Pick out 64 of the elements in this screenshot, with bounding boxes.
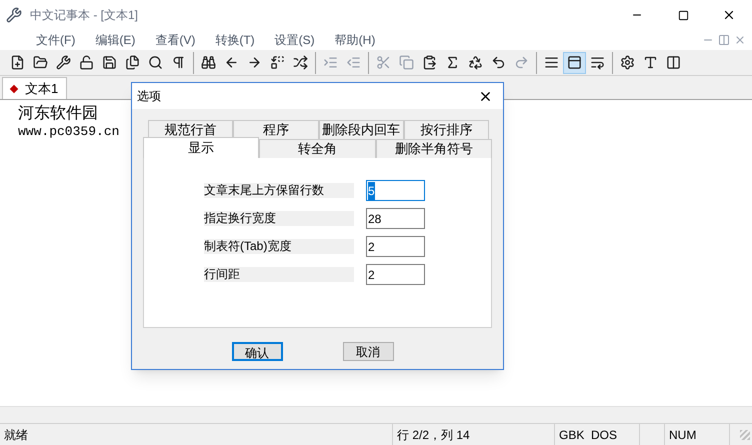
options-tab[interactable]: 删除半角符号	[376, 139, 492, 158]
menu-item[interactable]: 查看(V)	[149, 31, 202, 49]
app-icon	[6, 7, 22, 23]
options-tab[interactable]: 程序	[233, 120, 318, 139]
cut-icon	[376, 55, 391, 70]
mdi-restore-icon[interactable]	[718, 34, 730, 46]
field-label: 制表符(Tab)宽度	[204, 239, 354, 254]
paste-icon	[422, 55, 437, 70]
status-text: GBK DOS	[559, 426, 618, 444]
options-tab[interactable]: 转全角	[259, 139, 376, 158]
undo-icon	[491, 55, 506, 70]
window-title: 中文记事本 - [文本1]	[30, 7, 138, 24]
menu-item[interactable]: 帮助(H)	[328, 31, 382, 49]
status-text: 就绪	[4, 426, 28, 444]
maximize-icon	[678, 10, 688, 20]
menu-item[interactable]: 设置(S)	[268, 31, 321, 49]
indent-icon	[323, 55, 338, 70]
wrap-text-icon	[590, 55, 605, 70]
save-all-icon	[125, 55, 140, 70]
new-file-icon	[10, 55, 25, 70]
options-tab[interactable]: 按行排序	[404, 120, 489, 139]
field-label: 行间距	[204, 267, 354, 282]
type-icon	[643, 55, 658, 70]
toolbar-button[interactable]	[563, 52, 586, 74]
arrow-right-icon	[247, 55, 262, 70]
panel-icon	[567, 55, 582, 70]
size-grip-icon	[740, 430, 750, 440]
outdent-icon	[346, 55, 361, 70]
unlock-icon	[79, 55, 94, 70]
mdi-close-icon[interactable]	[734, 34, 746, 46]
document-line: 河东软件园	[18, 104, 98, 124]
binoculars-icon	[201, 55, 216, 70]
pilcrow-icon	[171, 55, 186, 70]
shuffle-icon	[293, 55, 308, 70]
field-label: 文章末尾上方保留行数	[204, 183, 354, 198]
options-tab[interactable]: 显示	[143, 137, 260, 158]
redo-icon	[514, 55, 529, 70]
number-field[interactable]: 5	[366, 180, 425, 201]
copy-icon	[399, 55, 414, 70]
open-folder-icon	[33, 55, 48, 70]
columns-icon	[666, 55, 681, 70]
wrench-icon	[56, 55, 71, 70]
status-text: 行 2/2，列 14	[397, 426, 470, 444]
menu-item[interactable]: 编辑(E)	[89, 31, 142, 49]
dialog-button[interactable]: 确认	[232, 342, 282, 361]
recycle-icon	[468, 55, 483, 70]
options-tab[interactable]: 规范行首	[148, 120, 234, 139]
menu-item[interactable]: 文件(F)	[30, 31, 82, 49]
dialog-button[interactable]: 取消	[342, 342, 394, 361]
menu-item[interactable]: 转换(T)	[209, 31, 261, 49]
save-icon	[102, 55, 117, 70]
sigma-icon	[445, 55, 460, 70]
close-icon	[722, 8, 736, 22]
field-label: 指定换行宽度	[204, 211, 354, 226]
options-tab[interactable]: 删除段内回车	[318, 120, 404, 139]
document-line: www.pc0359.cn	[18, 124, 120, 140]
settings-icon	[620, 55, 635, 70]
number-field[interactable]: 2	[366, 264, 425, 285]
document-tab[interactable]: 文本1	[2, 77, 68, 99]
search-icon	[148, 55, 163, 70]
align-icon	[544, 55, 559, 70]
number-field[interactable]: 28	[366, 208, 425, 229]
number-field[interactable]: 2	[366, 236, 425, 257]
status-text: NUM	[669, 426, 696, 444]
